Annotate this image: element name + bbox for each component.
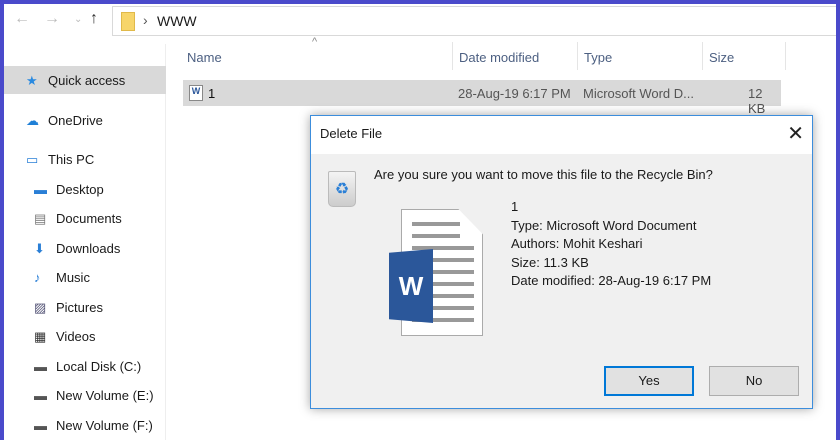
navigation-pane: ★ Quick access ☁ OneDrive ▭ This PC ▬ Desktop ▤ D… <box>4 44 166 440</box>
no-button[interactable]: No <box>709 366 799 396</box>
drive-icon: ▬ <box>34 388 47 403</box>
nav-item-local-disk-c[interactable]: ▬ Local Disk (C:) <box>4 352 166 380</box>
file-info: 1 Type: Microsoft Word Document Authors:… <box>511 198 711 291</box>
nav-item-label: OneDrive <box>48 112 103 128</box>
nav-item-new-volume-f[interactable]: ▬ New Volume (F:) <box>4 411 166 439</box>
nav-item-this-pc[interactable]: ▭ This PC <box>4 145 166 173</box>
nav-item-label: New Volume (E:) <box>56 387 154 403</box>
nav-item-pictures[interactable]: ▨ Pictures <box>4 293 166 321</box>
file-size: 12 KB <box>748 86 766 116</box>
nav-item-music[interactable]: ♪ Music <box>4 263 166 291</box>
folder-icon <box>121 12 135 31</box>
documents-icon: ▤ <box>34 211 47 226</box>
delete-file-dialog: Delete File ✕ ♻ Are you sure you want to… <box>310 115 813 409</box>
star-icon: ★ <box>26 73 38 88</box>
nav-item-desktop[interactable]: ▬ Desktop <box>4 175 166 203</box>
info-name: 1 <box>511 199 519 214</box>
file-name: 1 <box>208 86 216 101</box>
nav-item-label: Music <box>56 269 90 285</box>
pictures-icon: ▨ <box>34 300 47 315</box>
videos-icon: ▦ <box>34 329 47 344</box>
forward-button[interactable]: → <box>44 10 60 28</box>
nav-item-label: Local Disk (C:) <box>56 358 142 374</box>
file-type: Microsoft Word D... <box>583 86 695 101</box>
address-bar[interactable]: › WWW <box>112 6 836 36</box>
info-size: Size: 11.3 KB <box>511 254 589 270</box>
desktop-icon: ▬ <box>34 182 47 197</box>
nav-item-new-volume-e[interactable]: ▬ New Volume (E:) <box>4 381 166 409</box>
yes-button[interactable]: Yes <box>604 366 694 396</box>
recycle-bin-icon: ♻ <box>328 171 356 207</box>
file-explorer-window: ← → ⌄ ↑ › WWW ★ Quick access ☁ OneDrive ▭ Thi… <box>4 4 836 440</box>
file-date: 28-Aug-19 6:17 PM <box>458 86 571 101</box>
nav-item-quick-access[interactable]: ★ Quick access <box>4 66 166 94</box>
nav-item-videos[interactable]: ▦ Videos <box>4 322 166 350</box>
info-modified: Date modified: 28-Aug-19 6:17 PM <box>511 273 712 288</box>
sort-ascending-icon: ^ <box>312 36 318 48</box>
column-date-modified[interactable]: Date modified <box>459 50 539 65</box>
word-file-icon: W <box>189 85 203 101</box>
chevron-right-icon: › <box>143 12 148 28</box>
nav-item-label: New Volume (F:) <box>56 417 153 433</box>
nav-item-label: This PC <box>48 151 95 167</box>
address-path: WWW <box>157 13 197 29</box>
confirm-question: Are you sure you want to move this file … <box>374 167 713 182</box>
dialog-title-bar: Delete File ✕ <box>311 116 812 154</box>
info-type: Type: Microsoft Word Document <box>511 217 697 233</box>
info-authors: Authors: Mohit Keshari <box>511 236 643 251</box>
nav-item-label: Videos <box>56 328 96 344</box>
back-button[interactable]: ← <box>14 10 30 28</box>
nav-item-documents[interactable]: ▤ Documents <box>4 204 166 232</box>
column-size[interactable]: Size <box>709 50 734 65</box>
dialog-title: Delete File <box>320 126 383 141</box>
nav-item-label: Pictures <box>56 299 103 315</box>
word-logo-icon: W <box>389 249 433 323</box>
up-button[interactable]: ↑ <box>90 10 98 28</box>
nav-item-label: Desktop <box>56 181 104 197</box>
nav-item-label: Quick access <box>48 72 126 88</box>
drive-icon: ▬ <box>34 418 47 433</box>
nav-item-onedrive[interactable]: ☁ OneDrive <box>4 106 166 134</box>
recent-dropdown[interactable]: ⌄ <box>74 14 82 25</box>
file-row[interactable]: W 1 28-Aug-19 6:17 PM Microsoft Word D..… <box>183 80 781 116</box>
nav-item-label: Downloads <box>56 240 121 256</box>
download-icon: ⬇ <box>34 241 45 256</box>
cloud-icon: ☁ <box>26 113 39 128</box>
column-name[interactable]: Name <box>187 50 222 65</box>
nav-item-label: Documents <box>56 210 122 226</box>
computer-icon: ▭ <box>26 152 39 167</box>
drive-icon: ▬ <box>34 359 47 374</box>
music-icon: ♪ <box>34 270 41 285</box>
nav-item-downloads[interactable]: ⬇ Downloads <box>4 234 166 262</box>
close-icon[interactable]: ✕ <box>787 121 804 146</box>
column-type[interactable]: Type <box>584 50 612 65</box>
